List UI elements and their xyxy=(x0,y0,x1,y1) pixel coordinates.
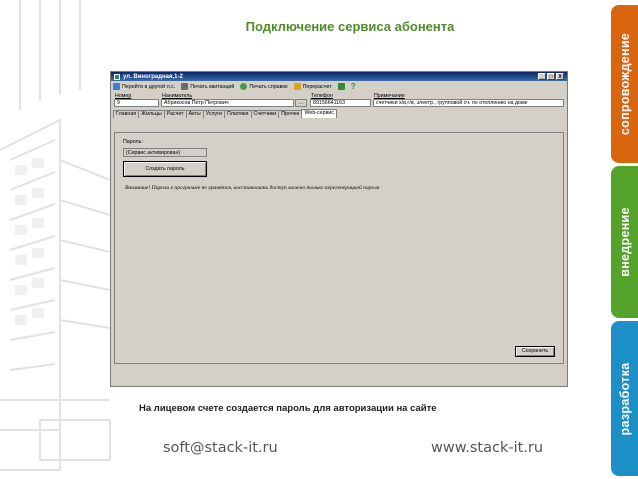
tab-services[interactable]: Услуги xyxy=(202,110,226,118)
slide-title: Подключение сервиса абонента xyxy=(245,19,455,34)
help-button[interactable]: ? xyxy=(351,82,356,91)
help-icon: ? xyxy=(350,82,356,91)
browse-tenant-button[interactable]: ... xyxy=(295,99,307,107)
close-button[interactable]: X xyxy=(556,73,564,80)
create-password-button[interactable]: Создать пароль xyxy=(123,161,207,177)
account-fields: Номер 9 Наниматель Абрикосов Петр Петров… xyxy=(111,92,567,110)
navigate-icon xyxy=(113,83,120,90)
password-status: (Сервис активирован) xyxy=(123,148,207,157)
side-tab-implementation[interactable]: внедрение xyxy=(611,166,638,318)
tab-strip: Главная Жильцы Расчет Акты Услуги Платеж… xyxy=(111,109,567,118)
window-title: ул. Виноградная,1-2 xyxy=(123,73,183,80)
number-field[interactable]: 9 xyxy=(114,99,159,107)
app-window: ул. Виноградная,1-2 _ □ X Перейти в друг… xyxy=(110,71,568,387)
note-field[interactable]: счетчики х/в,г/в, электр., групповой сч.… xyxy=(373,99,564,107)
tenant-field[interactable]: Абрикосов Петр Петрович xyxy=(161,99,294,107)
maximize-button[interactable]: □ xyxy=(547,73,555,80)
print-doc-icon xyxy=(240,83,248,90)
minimize-button[interactable]: _ xyxy=(538,73,546,80)
web-service-panel: Пароль: (Сервис активирован) Создать пар… xyxy=(114,132,564,364)
tab-web-service[interactable]: Web-сервис xyxy=(301,109,337,118)
navigate-account-button[interactable]: Перейти в другой л.с. xyxy=(113,83,175,90)
confirm-button[interactable] xyxy=(337,83,345,90)
print-certificates-button[interactable]: Печать справок xyxy=(240,83,288,90)
save-button[interactable]: Сохранить xyxy=(515,346,555,357)
print-icon xyxy=(181,83,189,90)
slide-caption: На лицевом счете создается пароль для ав… xyxy=(139,403,437,414)
toolbar: Перейти в другой л.с. Печать квитанций П… xyxy=(111,81,567,92)
footer-website[interactable]: www.stack-it.ru xyxy=(431,440,543,456)
check-icon xyxy=(337,83,345,90)
warning-text: Внимание! Пароли в программе не хранятся… xyxy=(125,185,380,191)
side-tab-development[interactable]: разработка xyxy=(611,321,638,476)
tab-residents[interactable]: Жильцы xyxy=(138,110,165,118)
tab-acts[interactable]: Акты xyxy=(185,110,204,118)
tab-meters[interactable]: Счетчики xyxy=(250,110,280,118)
tab-other[interactable]: Прочее xyxy=(278,110,303,118)
print-receipts-button[interactable]: Печать квитанций xyxy=(181,83,234,90)
window-titlebar[interactable]: ул. Виноградная,1-2 _ □ X xyxy=(111,72,567,81)
recalc-icon xyxy=(293,83,301,90)
tab-payments[interactable]: Платежи xyxy=(224,110,252,118)
phone-field[interactable]: 89156641163 xyxy=(310,99,371,107)
side-tab-support[interactable]: сопровождение xyxy=(611,5,638,163)
tab-main[interactable]: Главная xyxy=(113,110,140,118)
footer-email[interactable]: soft@stack-it.ru xyxy=(163,440,278,456)
password-label: Пароль: xyxy=(123,139,143,145)
tab-calculation[interactable]: Расчет xyxy=(163,110,187,118)
recalculate-button[interactable]: Перерасчет xyxy=(293,83,332,90)
